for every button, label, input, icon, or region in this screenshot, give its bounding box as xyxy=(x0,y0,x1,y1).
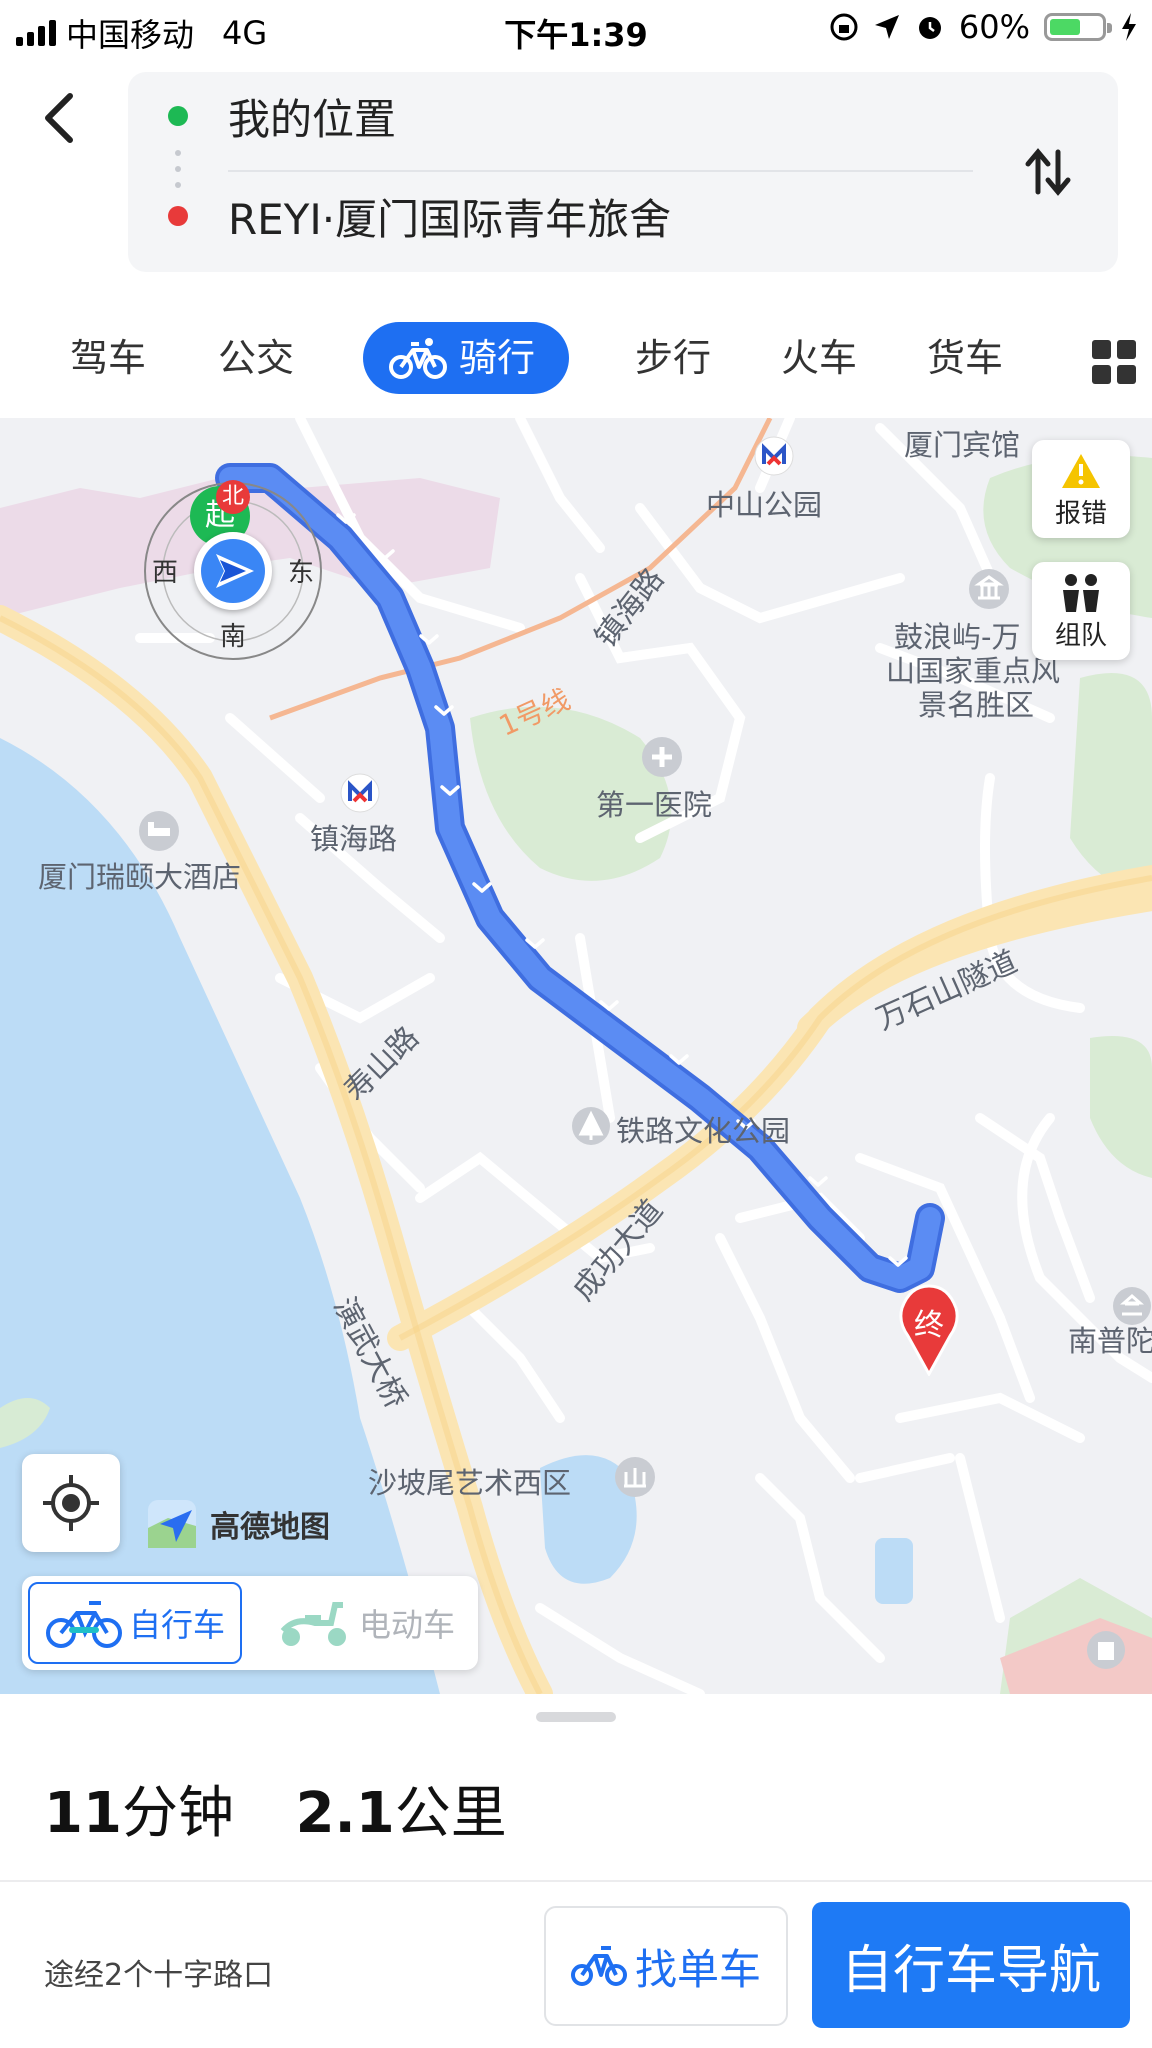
charging-bolt-icon xyxy=(1122,13,1136,41)
compass[interactable]: 起 北 西 东 南 xyxy=(140,478,326,664)
amap-brand: 高德地图 xyxy=(146,1498,330,1550)
tab-truck[interactable]: 货车 xyxy=(927,322,1003,394)
find-bike-label: 找单车 xyxy=(634,1944,761,1994)
chevron-left-icon xyxy=(45,93,73,143)
destination-text: REYI·厦门国际青年旅舍 xyxy=(228,194,672,244)
poi-railway-park[interactable]: 铁路文化公园 xyxy=(616,1108,790,1150)
end-marker-label: 终 xyxy=(914,1308,944,1343)
team-label: 组队 xyxy=(1054,621,1107,651)
tab-drive[interactable]: 驾车 xyxy=(70,322,146,394)
poi-nanputuo[interactable]: 南普陀 xyxy=(1068,1318,1152,1360)
current-location-arrow-icon xyxy=(194,532,272,610)
tab-walk[interactable]: 步行 xyxy=(635,322,711,394)
vehicle-ebike-option[interactable]: 电动车 xyxy=(258,1582,472,1664)
tab-bus[interactable]: 公交 xyxy=(218,322,294,394)
metro-station-icon xyxy=(754,436,794,476)
more-modes-grid-icon[interactable] xyxy=(1092,340,1136,384)
battery-fill xyxy=(1050,19,1080,35)
duration-value: 11 xyxy=(44,1781,122,1846)
tab-cycle[interactable]: 骑行 xyxy=(363,322,570,394)
compass-north-label: 北 xyxy=(221,484,244,509)
vehicle-bike-option[interactable]: 自行车 xyxy=(28,1582,242,1664)
route-summary: 11分钟 2.1公里 xyxy=(44,1768,507,1849)
map-view[interactable]: 厦门宾馆 中山公园 镇海路 1号线 鼓浪屿-万 山国家重点风 景名胜区 第一医院… xyxy=(0,418,1152,1694)
swap-route-button[interactable] xyxy=(1018,142,1078,202)
distance-value: 2.1 xyxy=(295,1781,395,1846)
poi-ruiyi-hotel[interactable]: 厦门瑞颐大酒店 xyxy=(38,854,241,896)
tab-cycle-label: 骑行 xyxy=(459,336,536,380)
swap-arrows-icon xyxy=(1025,148,1071,196)
team-icon xyxy=(1063,574,1099,612)
hospital-icon xyxy=(642,737,682,777)
poi-xiamen-hotel[interactable]: 厦门宾馆 xyxy=(904,422,1020,464)
shared-bike-icon xyxy=(45,1601,122,1648)
route-summary-sheet: 11分钟 2.1公里 途经2个十字路口 找单车 自行车导航 xyxy=(0,1694,1152,2048)
museum-icon xyxy=(969,569,1009,609)
destination-dot-icon xyxy=(168,206,188,226)
back-button[interactable] xyxy=(36,82,86,152)
landmark-icon xyxy=(615,1457,655,1497)
start-navigation-label: 自行车导航 xyxy=(840,1940,1101,2001)
route-card: 我的位置 REYI·厦门国际青年旅舍 xyxy=(128,72,1118,272)
hotel-icon xyxy=(139,811,179,851)
alarm-icon xyxy=(918,17,941,39)
poi-shapowei[interactable]: 沙坡尾艺术西区 xyxy=(368,1460,571,1502)
poi-zhenhai-station[interactable]: 镇海路 xyxy=(310,816,397,858)
locate-button[interactable] xyxy=(22,1454,120,1552)
route-via-text: 途经2个十字路口 xyxy=(44,1958,274,1993)
vehicle-bike-label: 自行车 xyxy=(128,1606,225,1644)
status-right: 60% xyxy=(829,8,1138,46)
rotation-lock-icon xyxy=(830,13,858,41)
origin-row[interactable]: 我的位置 xyxy=(128,76,1028,156)
park-icon xyxy=(572,1107,610,1145)
compass-west: 西 xyxy=(152,558,179,588)
origin-dot-icon xyxy=(168,106,188,126)
duration-unit: 分钟 xyxy=(121,1781,234,1846)
poi-zhongshan-park[interactable]: 中山公园 xyxy=(706,482,822,524)
crosshair-icon xyxy=(43,1475,99,1531)
team-button[interactable]: 组队 xyxy=(1032,562,1130,660)
vehicle-ebike-label: 电动车 xyxy=(358,1606,455,1644)
transport-mode-tabs: 驾车 公交 骑行 步行 火车 货车 xyxy=(0,300,1152,410)
distance-unit: 公里 xyxy=(394,1781,507,1846)
report-error-button[interactable]: 报错 xyxy=(1032,440,1130,538)
sheet-drag-handle[interactable] xyxy=(536,1712,616,1722)
amap-logo-icon xyxy=(148,1500,196,1548)
location-arrow-icon xyxy=(874,15,899,39)
compass-south: 南 xyxy=(220,622,247,652)
metro-station-icon xyxy=(340,773,380,813)
building-icon xyxy=(1087,1631,1125,1669)
compass-east: 东 xyxy=(288,558,315,588)
poi-first-hospital[interactable]: 第一医院 xyxy=(596,782,712,824)
tab-train[interactable]: 火车 xyxy=(781,322,857,394)
compass-north: 北 xyxy=(216,480,250,514)
find-bike-button[interactable]: 找单车 xyxy=(544,1906,788,2026)
report-error-label: 报错 xyxy=(1054,499,1107,529)
route-separator xyxy=(228,170,973,172)
battery-percent: 60% xyxy=(958,8,1030,46)
amap-brand-text: 高德地图 xyxy=(210,1510,330,1545)
destination-row[interactable]: REYI·厦门国际青年旅舍 xyxy=(128,176,1028,256)
poi-gulangyu-3[interactable]: 景名胜区 xyxy=(918,682,1034,724)
ebike-icon xyxy=(280,1602,346,1646)
origin-text: 我的位置 xyxy=(228,94,397,144)
status-bar: 中国移动 4G 下午1:39 60% xyxy=(0,0,1152,60)
vehicle-type-toggle: 自行车 电动车 xyxy=(22,1576,478,1670)
start-navigation-button[interactable]: 自行车导航 xyxy=(812,1902,1130,2028)
sheet-divider xyxy=(0,1880,1152,1882)
battery-icon xyxy=(1044,13,1112,41)
warning-icon xyxy=(1062,454,1100,488)
bicycle-outline-icon xyxy=(570,1946,627,1986)
bicycle-icon xyxy=(389,338,447,379)
end-marker-icon[interactable]: 终 xyxy=(896,1284,962,1376)
